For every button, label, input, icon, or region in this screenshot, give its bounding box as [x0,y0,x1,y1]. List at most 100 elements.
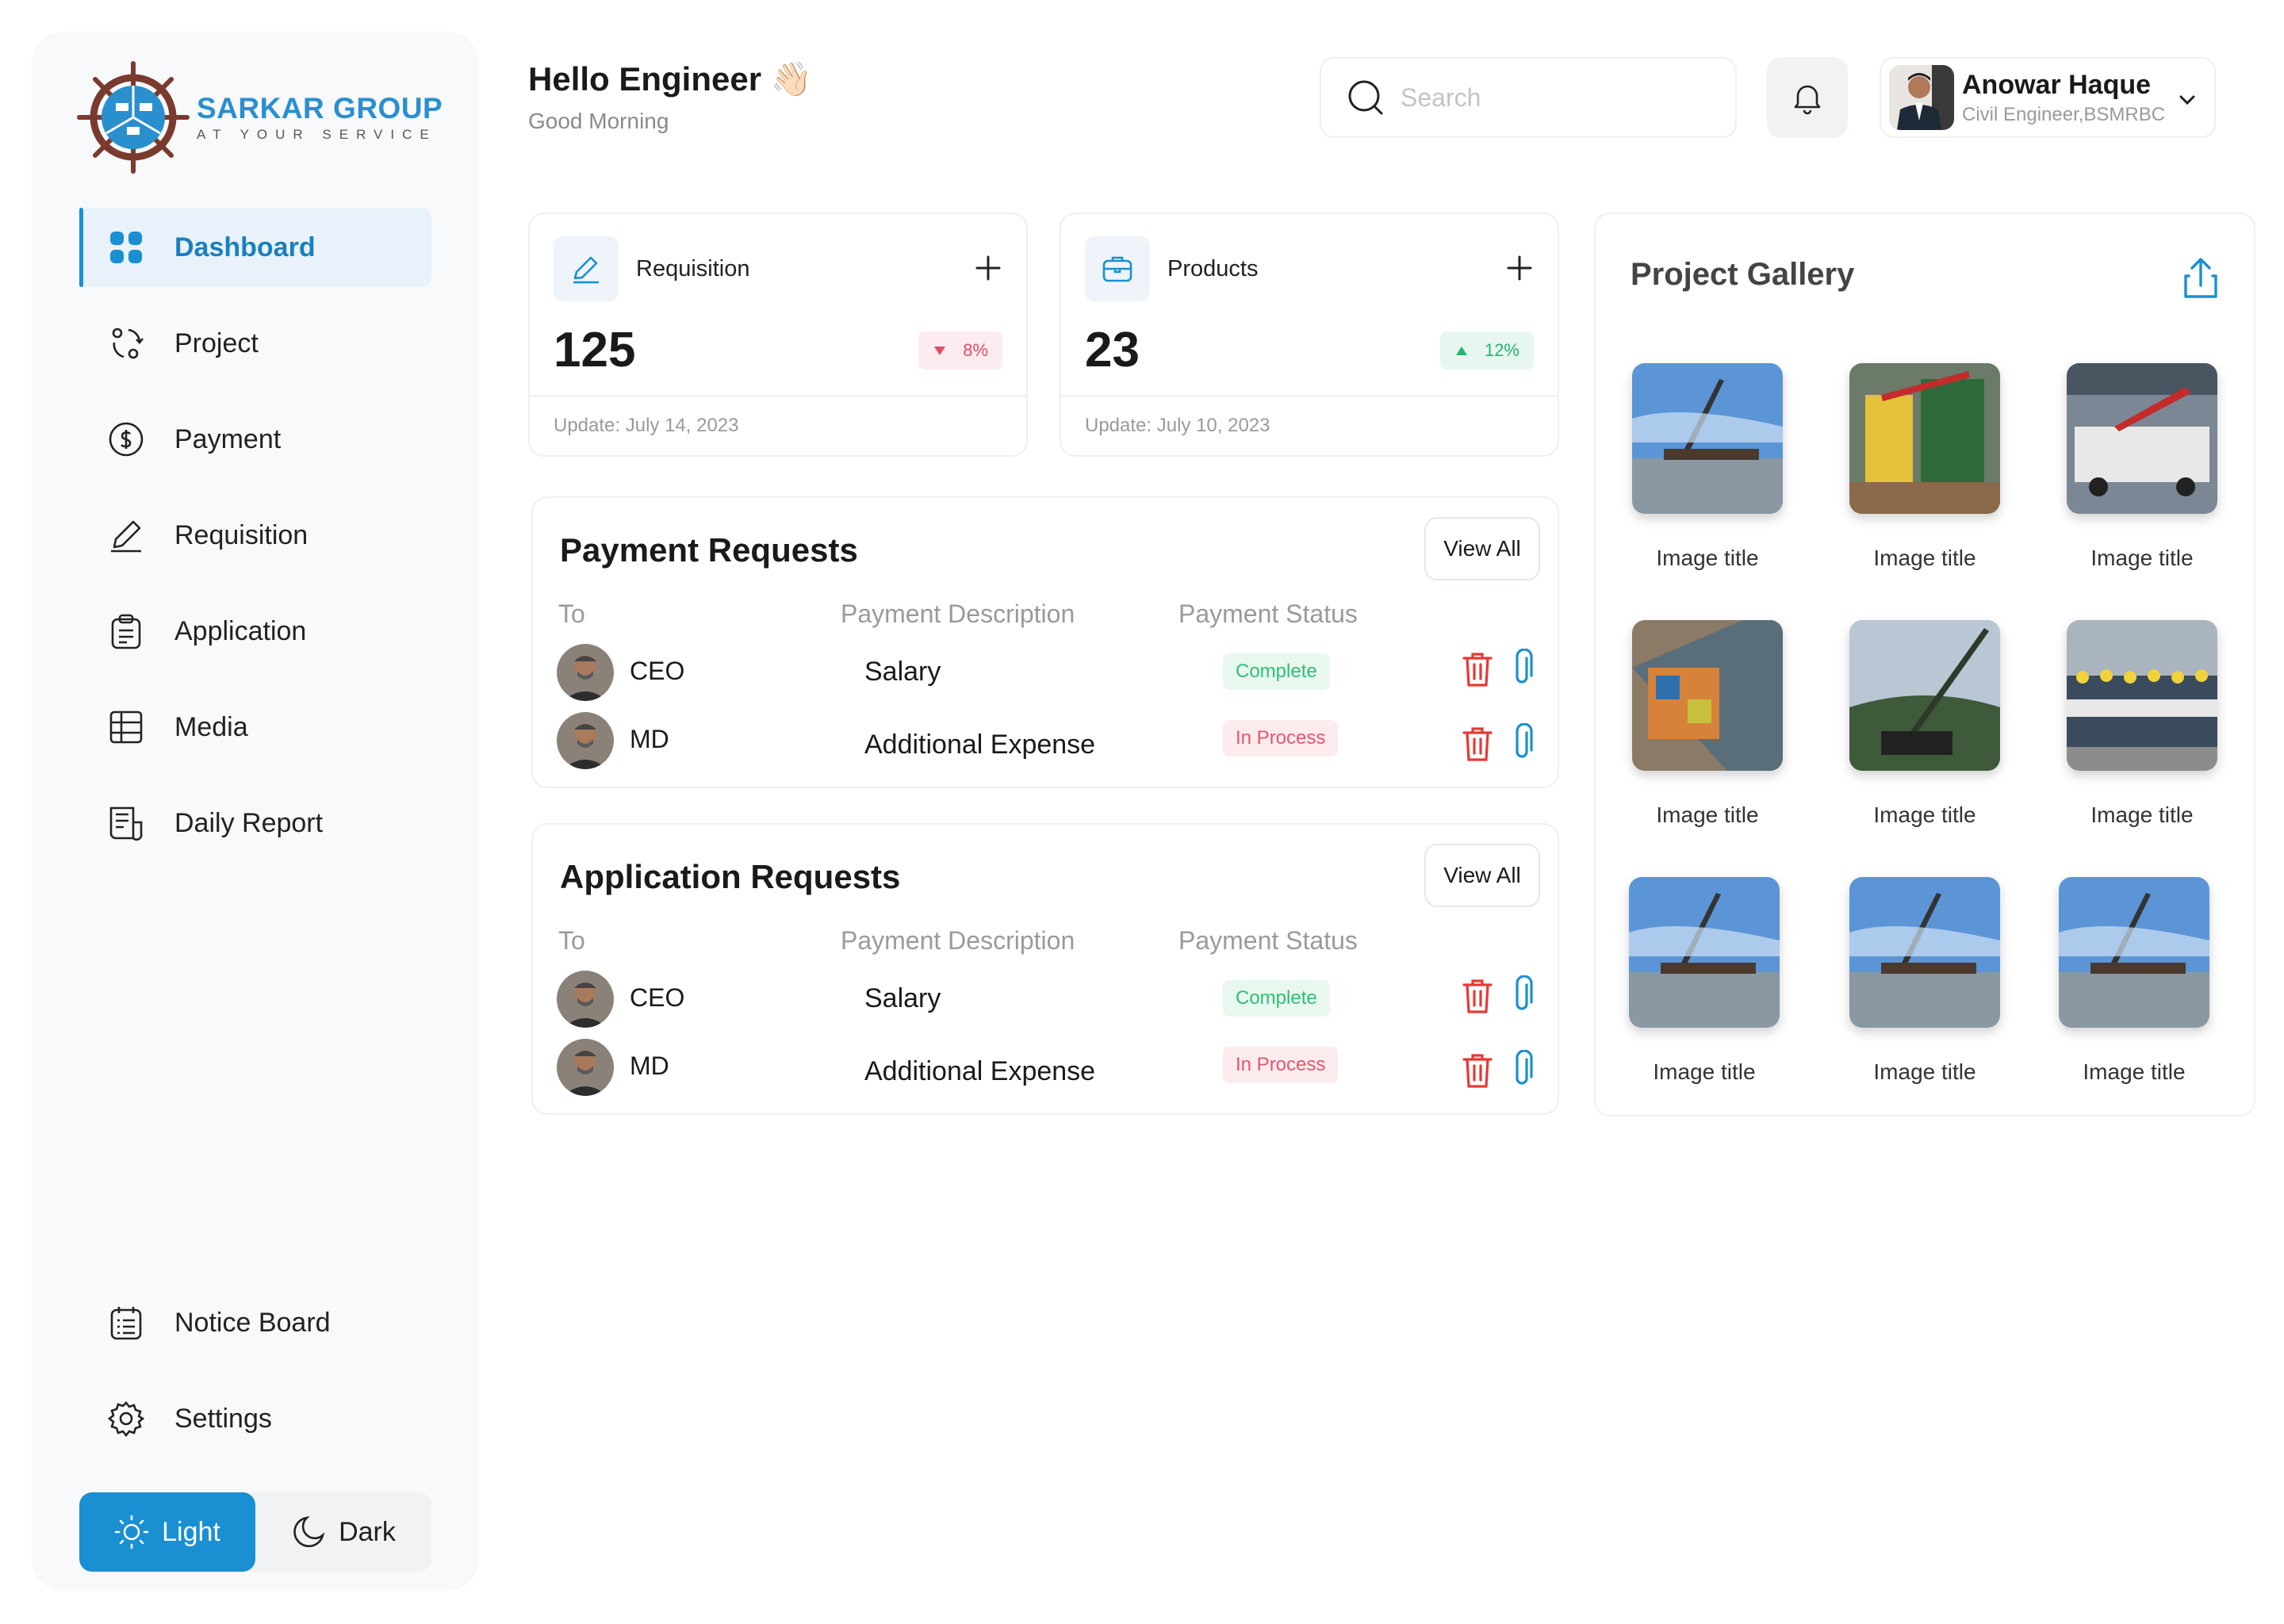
gallery-item[interactable]: Image title [2067,363,2217,571]
section-title: Application Requests [560,858,901,895]
sidebar-item-media[interactable]: Media [79,688,431,767]
sidebar-item-project[interactable]: Project [79,304,431,383]
sidebar: SARKAR GROUP AT YOUR SERVICE Dashboard P… [32,32,479,1591]
status-badge: In Process [1223,720,1339,756]
stat-updated: Update: July 10, 2023 [1061,395,1558,455]
table-row[interactable]: MD Additional Expense In Process [557,709,1540,772]
sidebar-item-settings[interactable]: Settings [79,1379,431,1458]
avatar [557,712,614,769]
view-all-button[interactable]: View All [1424,844,1540,907]
stat-value: 125 [554,323,636,377]
gallery-image [2059,877,2209,1028]
grid-icon [108,229,144,266]
notifications-button[interactable] [1767,57,1848,138]
greeting: Hello Engineer 👋🏻 Good Morning [528,60,812,134]
gallery-image [1632,620,1783,771]
light-mode-label: Light [162,1516,220,1547]
light-mode-button[interactable]: Light [79,1492,255,1572]
clipboard-icon [108,613,144,649]
sidebar-item-label: Media [174,711,248,742]
sidebar-item-dashboard[interactable]: Dashboard [79,208,431,287]
image-caption: Image title [2090,802,2194,827]
dark-mode-button[interactable]: Dark [255,1492,431,1572]
sidebar-item-label: Project [174,327,259,358]
attachment-icon[interactable] [1505,1050,1539,1088]
gallery-item[interactable]: Image title [1632,620,1783,828]
sidebar-item-label: Dashboard [174,232,316,262]
avatar [557,644,614,701]
table-row[interactable]: CEO Salary Complete [557,967,1540,1031]
sidebar-item-label: Daily Report [174,807,324,838]
gallery-item[interactable]: Image title [1849,877,2000,1085]
recipient: MD [630,725,669,753]
gallery-image [1849,877,2000,1028]
view-all-button[interactable]: View All [1424,517,1540,580]
table-row[interactable]: CEO Salary Complete [557,641,1540,704]
sidebar-item-notice-board[interactable]: Notice Board [79,1283,431,1362]
gallery-image [1632,363,1783,514]
brand-tagline: AT YOUR SERVICE [197,127,437,142]
section-title: Project Gallery [1631,257,1855,292]
project-gallery: Project Gallery Image title Image title … [1594,213,2255,1116]
gallery-item[interactable]: Image title [1849,620,2000,828]
gallery-image [1629,877,1780,1028]
delete-icon[interactable] [1461,1051,1494,1090]
gallery-item[interactable]: Image title [2059,877,2209,1085]
sidebar-item-application[interactable]: Application [79,592,431,671]
column-header: To [558,926,585,955]
greeting-subtitle: Good Morning [528,109,669,133]
sidebar-item-daily-report[interactable]: Daily Report [79,783,431,863]
gallery-image [1849,363,2000,514]
search-box[interactable] [1320,57,1737,138]
brand[interactable]: SARKAR GROUP AT YOUR SERVICE [76,60,443,174]
attachment-icon[interactable] [1505,649,1539,687]
payment-description: Salary [864,657,941,687]
gallery-item[interactable]: Image title [2067,620,2217,828]
attachment-icon[interactable] [1505,723,1539,761]
search-input[interactable] [1401,82,1702,113]
project-icon [108,325,144,362]
payment-description: Additional Expense [864,1056,1096,1086]
status-badge: Complete [1223,980,1330,1017]
payment-description: Additional Expense [864,730,1096,760]
waving-hand-icon: 👋🏻 [770,60,813,98]
avatar [557,971,614,1028]
pen-icon [554,236,619,301]
secondary-nav: Notice Board Settings [79,1283,431,1475]
gallery-item[interactable]: Image title [1849,363,2000,571]
recipient: MD [630,1051,669,1080]
chevron-down-icon [2179,95,2195,105]
trend-up-icon [1455,347,1467,355]
stat-label: Products [1167,255,1259,282]
sidebar-item-label: Settings [174,1403,272,1434]
delete-icon[interactable] [1461,977,1494,1015]
gear-icon [108,1400,144,1437]
user-avatar [1889,65,1954,130]
add-product-icon[interactable] [1504,252,1535,284]
sidebar-item-payment[interactable]: Payment [79,400,431,479]
table-row[interactable]: MD Additional Expense In Process [557,1036,1540,1099]
user-role: Civil Engineer,BSMRBC [1962,103,2166,125]
attachment-icon[interactable] [1505,975,1539,1013]
stat-updated: Update: July 14, 2023 [530,395,1026,455]
gallery-item[interactable]: Image title [1632,363,1783,571]
dollar-circle-icon [108,421,144,458]
share-icon[interactable] [2181,257,2221,300]
gallery-item[interactable]: Image title [1629,877,1780,1085]
delete-icon[interactable] [1461,650,1494,688]
delete-icon[interactable] [1461,725,1494,763]
ship-wheel-logo-icon [77,61,190,174]
add-requisition-icon[interactable] [972,252,1004,284]
image-caption: Image title [1873,1059,1976,1084]
brand-name: SARKAR GROUP [197,92,443,124]
sidebar-item-requisition[interactable]: Requisition [79,496,431,575]
status-badge: Complete [1223,653,1330,690]
gallery-image [2067,363,2217,514]
image-caption: Image title [2090,546,2194,570]
notice-icon [108,1304,144,1341]
user-menu[interactable]: Anowar Haque Civil Engineer,BSMRBC [1880,57,2216,138]
products-stat-card: Products 23 12% Update: July 10, 2023 [1060,213,1559,457]
trend-down-icon [934,347,946,355]
status-badge: In Process [1223,1047,1339,1083]
briefcase-icon [1085,236,1150,301]
